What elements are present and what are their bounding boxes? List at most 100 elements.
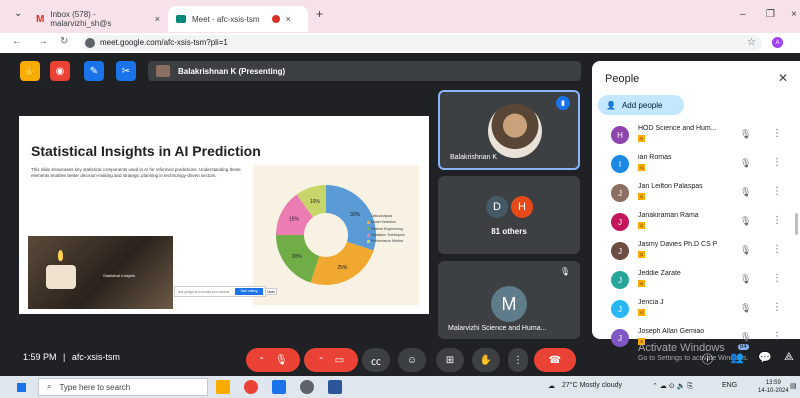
omnibox[interactable]: meet.google.com/afc-xsis-tsm?pli=1 ☆ [82,35,762,51]
forward-icon[interactable]: → [38,36,48,47]
settings-gear-icon[interactable] [300,380,314,394]
tab-gmail[interactable]: M Inbox (578) - malarvizhi_sh@s × [28,6,168,32]
mic-options-chevron-icon[interactable]: ⌃ [258,356,265,365]
participant-row[interactable]: J Jeddie Zarate S 🎙 ⋮ [611,268,791,294]
legend-swatch [367,239,370,243]
weather-text[interactable]: 27°C Mostly cloudy [562,382,622,389]
new-tab-icon[interactable]: + [316,7,323,21]
participant-row[interactable]: J Jencia J S 🎙 ⋮ [611,297,791,323]
participant-more-icon[interactable]: ⋮ [772,186,782,197]
participant-row[interactable]: J Jasmy Davies Ph.D CS P S 🎙 ⋮ [611,239,791,265]
people-icon[interactable]: 👥 [730,351,744,364]
presenter-label: Balakrishnan K (Presenting) [178,66,286,76]
donut-slice-label: 30% [350,212,361,218]
participant-row[interactable]: Iian Romas S 🎙 ⋮ [611,152,791,178]
add-person-icon: 👤 [606,100,616,110]
store-icon[interactable] [272,380,286,394]
participant-name: Janakiraman Rama [638,212,699,219]
participant-name: Jasmy Davies Ph.D CS P [638,241,718,248]
donut-slice-label: 20% [292,254,303,260]
malarvizhi-name: Malarvizhi Science and Huma... [448,325,547,332]
legend-swatch [367,214,370,218]
file-explorer-icon[interactable] [216,380,230,394]
participant-name: ian Romas [638,154,672,161]
tab-meet-close-icon[interactable]: × [286,14,291,24]
chrome-icon[interactable] [244,380,258,394]
others-avatar-d: D [486,196,508,218]
mic-muted-icon: 🎙 [740,332,752,342]
search-icon: ⌕ [47,382,52,391]
tray-icons[interactable]: ⌃ ☁ ⊙ 🔈 ⎘ [652,382,693,391]
tile-malarvizhi[interactable]: 🎙 M Malarvizhi Science and Huma... [438,261,580,339]
tools-icon-button[interactable]: ✂ [116,61,136,81]
activities-icon[interactable]: ⟁ [784,351,794,364]
tab-gmail-close-icon[interactable]: × [155,14,160,24]
participant-count-badge: 84 [738,344,749,350]
info-icon[interactable]: ⓘ [702,351,713,367]
participant-row[interactable]: J Jan Leilton Palaspas S 🎙 ⋮ [611,181,791,207]
taskbar-clock[interactable]: 13:59 14-10-2024 [758,379,789,396]
chat-icon[interactable]: 💬 [758,351,772,364]
participant-more-icon[interactable]: ⋮ [772,157,782,168]
taskbar-search-input[interactable]: ⌕ Type here to search [38,378,208,396]
back-icon[interactable]: ← [12,36,22,47]
window-close-icon[interactable]: × [791,9,797,20]
participant-row[interactable]: H HOD Science and Hum... S 🎙 ⋮ [611,123,791,149]
camera-options-chevron-icon[interactable]: ⌃ [318,356,325,365]
tab-list-chevron-icon[interactable]: ⌄ [14,8,22,19]
present-button[interactable]: ⊞ [436,348,464,372]
bookmark-star-icon[interactable]: ☆ [747,37,756,48]
notification-icon[interactable]: ▤ [790,382,797,390]
hand-icon-button[interactable]: ✋ [20,61,40,81]
participant-more-icon[interactable]: ⋮ [772,302,782,313]
participant-more-icon[interactable]: ⋮ [772,215,782,226]
edit-icon-button[interactable]: ✎ [84,61,104,81]
profile-avatar[interactable]: A [772,37,783,48]
word-icon[interactable] [328,380,342,394]
hang-up-icon: ☎ [548,354,562,366]
presented-slide: Statistical Insights in AI Prediction Th… [19,116,429,314]
url-text: meet.google.com/afc-xsis-tsm?pli=1 [100,38,228,47]
restore-icon[interactable]: ❐ [766,9,775,20]
participant-more-icon[interactable]: ⋮ [772,128,782,139]
more-options-button[interactable]: ⋮ [508,348,528,372]
captions-button[interactable]: ㏄ [362,348,390,372]
leave-call-button[interactable]: ☎ [534,348,576,372]
add-people-button[interactable]: 👤 Add people [598,95,684,115]
participant-more-icon[interactable]: ⋮ [772,331,782,342]
tab-meet[interactable]: Meet - afc-xsis-tsm × [168,6,308,32]
slide-body: This slide showcases key statistical com… [31,167,241,179]
participant-more-icon[interactable]: ⋮ [772,244,782,255]
tile-main-speaker[interactable]: ▮ Balakrishnan K [438,90,580,170]
muted-mic-icon: 🎙 [559,267,570,276]
speaker-name: Balakrishnan K [450,154,498,161]
mic-muted-icon: 🎙 [740,158,752,168]
participant-badge: S [638,193,645,200]
windows-start-icon[interactable] [17,383,26,392]
people-panel-close-icon[interactable]: ✕ [778,71,788,85]
meeting-code: afc-xsis-tsm [71,352,120,362]
mic-muted-icon: 🎙 [740,129,752,139]
screen: ⌄ M Inbox (578) - malarvizhi_sh@s × Meet… [0,0,800,398]
participant-name: Jan Leilton Palaspas [638,183,703,190]
reload-icon[interactable]: ↻ [60,36,68,47]
minimize-icon[interactable]: – [740,9,746,20]
camera-off-icon: ▭ [334,354,345,366]
site-info-icon[interactable] [85,38,95,48]
raise-hand-button[interactable]: ✋ [472,348,500,372]
people-scrollbar[interactable] [795,213,798,235]
address-bar-row: ← → ↻ meet.google.com/afc-xsis-tsm?pli=1… [0,33,800,53]
participant-avatar: J [611,184,629,202]
participant-name: Jeddie Zarate [638,270,681,277]
add-people-label: Add people [621,100,663,110]
gmail-icon: M [36,13,45,25]
record-icon-button[interactable]: ◉ [50,61,70,81]
meeting-separator: | [63,352,66,362]
participant-more-icon[interactable]: ⋮ [772,273,782,284]
mic-control-button[interactable]: ⌃ 🎙 [246,348,300,372]
language-indicator[interactable]: ENG [722,382,737,389]
participant-row[interactable]: J Janakiraman Rama S 🎙 ⋮ [611,210,791,236]
reactions-button[interactable]: ☺ [398,348,426,372]
camera-control-button[interactable]: ⌃ ▭ [304,348,358,372]
tile-others[interactable]: D H 81 others [438,176,580,254]
